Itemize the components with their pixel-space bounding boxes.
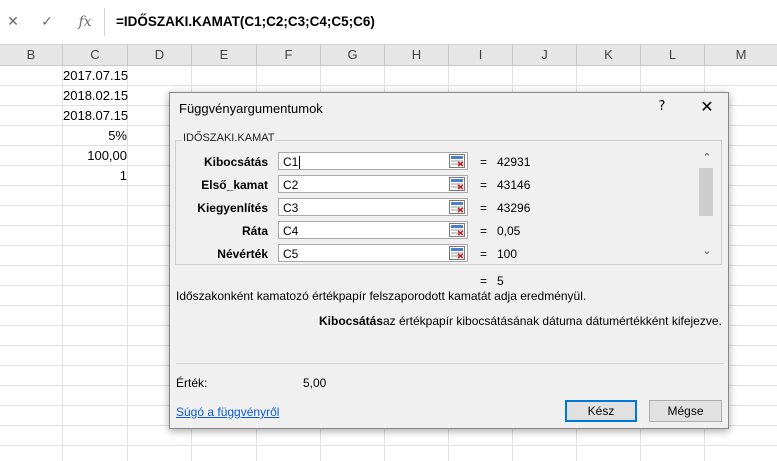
column-header-g[interactable]: G <box>321 45 385 65</box>
column-header-f[interactable]: F <box>257 45 321 65</box>
arguments-scrollbar[interactable]: ⌃ ⌄ <box>698 148 716 261</box>
equals-sign: = <box>480 247 488 261</box>
dialog-title: Függvényargumentumok <box>179 101 323 116</box>
argument-value: 43146 <box>497 178 531 192</box>
equals-sign: = <box>480 201 488 215</box>
argument-value: 42931 <box>497 155 531 169</box>
formula-input[interactable]: =IDŐSZAKI.KAMAT(C1;C2;C3;C4;C5;C6) <box>116 14 375 29</box>
column-header-j[interactable]: J <box>513 45 577 65</box>
collapse-dialog-icon[interactable] <box>449 154 465 168</box>
ok-button[interactable]: Kész <box>565 400 637 422</box>
close-button[interactable]: ✕ <box>696 97 718 117</box>
equals-sign: = <box>480 224 488 238</box>
argument-input[interactable]: C1 <box>278 152 468 170</box>
formula-bar-buttons: ✕ ✓ fx <box>0 10 104 34</box>
column-header-l[interactable]: L <box>641 45 705 65</box>
chevron-down-icon[interactable]: ⌄ <box>698 243 716 259</box>
cell-c1[interactable]: 2017.07.15 <box>63 66 128 86</box>
cancel-icon[interactable]: ✕ <box>0 10 26 34</box>
function-arguments-dialog: Függvényargumentumok ? ✕ IDŐSZAKI.KAMAT … <box>169 92 729 429</box>
scrollbar-thumb[interactable] <box>699 168 713 216</box>
function-name: IDŐSZAKI.KAMAT <box>182 132 276 144</box>
value-label: Érték: <box>176 376 208 390</box>
enter-icon[interactable]: ✓ <box>34 10 60 34</box>
argument-row: Névérték C5 = 100 <box>170 244 710 264</box>
argument-input-text: C1 <box>283 155 299 169</box>
collapse-dialog-icon[interactable] <box>449 177 465 191</box>
column-header-h[interactable]: H <box>385 45 449 65</box>
cell-c6[interactable]: 1 <box>63 166 127 186</box>
column-header-i[interactable]: I <box>449 45 513 65</box>
result-equals-sign: = <box>480 274 488 288</box>
collapse-dialog-icon[interactable] <box>449 200 465 214</box>
argument-label: Első_kamat <box>201 178 268 192</box>
value-output: 5,00 <box>303 376 327 390</box>
column-header-k[interactable]: K <box>577 45 641 65</box>
argument-value: 100 <box>497 247 518 261</box>
equals-sign: = <box>480 155 488 169</box>
function-description: Időszakonként kamatozó értékpapír felsza… <box>176 289 587 303</box>
collapse-dialog-icon[interactable] <box>449 246 465 260</box>
insert-function-icon[interactable]: fx <box>72 10 98 34</box>
cell-c4[interactable]: 5% <box>63 126 127 146</box>
argument-input[interactable]: C5 <box>278 244 468 262</box>
argument-row: Kibocsátás C1 = 42931 <box>170 152 710 172</box>
column-header-c[interactable]: C <box>63 45 128 65</box>
collapse-dialog-icon[interactable] <box>449 223 465 237</box>
column-header-b[interactable]: B <box>0 45 63 65</box>
column-header-d[interactable]: D <box>128 45 192 65</box>
argument-label: Kiegyenlítés <box>197 201 268 215</box>
column-header-e[interactable]: E <box>192 45 257 65</box>
help-link[interactable]: Súgó a függvényről <box>176 405 279 419</box>
argument-label: Ráta <box>241 224 268 238</box>
equals-sign: = <box>480 178 488 192</box>
column-headers: B C D E F G H I J K L M <box>0 45 777 66</box>
argument-label: Kibocsátás <box>203 155 268 169</box>
argument-row: Kiegyenlítés C3 = 43296 <box>170 198 710 218</box>
argument-label: Névérték <box>217 247 268 261</box>
help-button[interactable]: ? <box>652 97 672 117</box>
argument-value: 43296 <box>497 201 531 215</box>
cell-c3[interactable]: 2018.07.15 <box>63 106 128 126</box>
argument-description-text: az értékpapír kibocsátásának dátuma dátu… <box>383 314 722 328</box>
cell-c5[interactable]: 100,00 <box>63 146 127 166</box>
divider <box>176 363 724 364</box>
formula-bar-divider <box>104 8 105 36</box>
formula-result: 5 <box>497 274 504 288</box>
argument-input[interactable]: C4 <box>278 221 468 239</box>
argument-input[interactable]: C2 <box>278 175 468 193</box>
argument-input[interactable]: C3 <box>278 198 468 216</box>
argument-row: Első_kamat C2 = 43146 <box>170 175 710 195</box>
column-header-m[interactable]: M <box>705 45 777 65</box>
text-cursor <box>299 156 301 170</box>
chevron-up-icon[interactable]: ⌃ <box>698 150 716 166</box>
formula-bar: ✕ ✓ fx =IDŐSZAKI.KAMAT(C1;C2;C3;C4;C5;C6… <box>0 0 777 45</box>
cell-c2[interactable]: 2018.02.15 <box>63 86 128 106</box>
argument-value: 0,05 <box>497 224 521 238</box>
grid-line <box>0 445 777 446</box>
argument-row: Ráta C4 = 0,05 <box>170 221 710 241</box>
argument-description-name: Kibocsátás <box>319 314 384 328</box>
cancel-button[interactable]: Mégse <box>649 400 722 422</box>
